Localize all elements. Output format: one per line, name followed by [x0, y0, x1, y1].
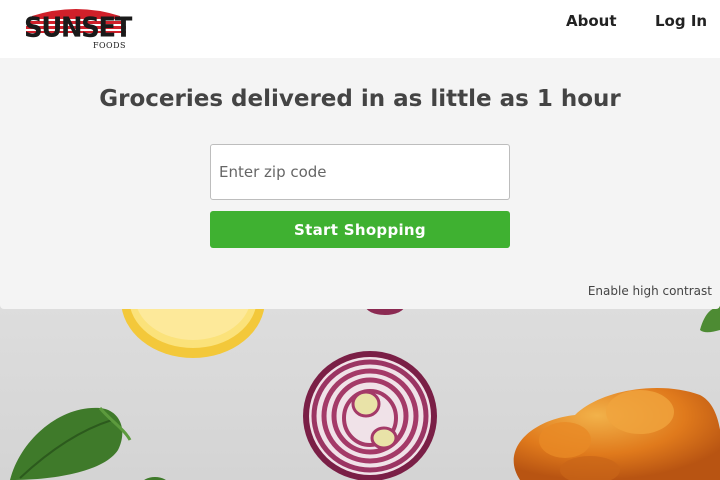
logo-wordmark: SUNSET	[24, 12, 132, 44]
sunset-foods-logo[interactable]: SUNSET FOODS	[24, 4, 132, 52]
orange-pepper	[513, 387, 720, 480]
high-contrast-toggle[interactable]: Enable high contrast	[588, 284, 712, 298]
site-header: SUNSET FOODS About Log In	[0, 0, 720, 58]
basil-leaf	[10, 407, 166, 480]
start-shopping-button[interactable]: Start Shopping	[210, 211, 510, 248]
red-onion	[303, 295, 437, 480]
zip-code-input[interactable]	[210, 144, 510, 200]
hero-panel: Groceries delivered in as little as 1 ho…	[0, 58, 720, 309]
nav-login-link[interactable]: Log In	[655, 12, 707, 30]
logo-subtitle: FOODS	[92, 41, 126, 50]
green-leaf	[700, 306, 720, 333]
nav-about-link[interactable]: About	[566, 12, 617, 30]
hero-headline: Groceries delivered in as little as 1 ho…	[99, 86, 621, 112]
page: SUNSET FOODS About Log In Groceries deli…	[0, 0, 720, 480]
